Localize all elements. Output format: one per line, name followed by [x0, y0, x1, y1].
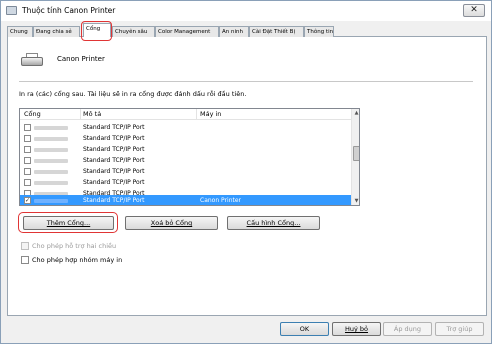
port-list-scrollbar[interactable]: ▲ ▼: [351, 109, 359, 205]
bidirectional-checkbox: [21, 242, 29, 250]
port-row[interactable]: Standard TCP/IP Port: [20, 177, 351, 188]
column-header-description[interactable]: Mô tả: [83, 110, 101, 118]
scroll-down-icon[interactable]: ▼: [352, 197, 359, 205]
column-header-printer[interactable]: Máy in: [200, 110, 221, 118]
tab-security[interactable]: An ninh: [219, 26, 249, 37]
port-name-redacted: [34, 148, 68, 152]
port-row-selected[interactable]: ✓ Standard TCP/IP Port Canon Printer: [20, 195, 351, 205]
separator: [19, 81, 473, 82]
printer-pooling-label[interactable]: Cho phép hợp nhóm máy in: [32, 256, 122, 264]
port-description: Standard TCP/IP Port: [83, 146, 145, 153]
tab-sharing[interactable]: Đang chia sẻ: [33, 26, 80, 37]
delete-port-button[interactable]: Xoá bỏ Cổng: [125, 216, 218, 230]
configure-port-button[interactable]: Cấu hình Cổng...: [227, 216, 320, 230]
printer-pooling-checkbox[interactable]: [21, 256, 29, 264]
close-button[interactable]: ✕: [463, 4, 485, 17]
port-row[interactable]: Standard TCP/IP Port: [20, 144, 351, 155]
apply-button: Áp dụng: [383, 322, 432, 336]
port-checkbox[interactable]: [24, 168, 31, 175]
tab-general[interactable]: Chung: [7, 26, 33, 37]
port-name-redacted: [34, 170, 68, 174]
port-description: Standard TCP/IP Port: [83, 124, 145, 131]
scroll-up-icon[interactable]: ▲: [352, 109, 359, 118]
scroll-thumb[interactable]: [353, 146, 359, 161]
port-description: Standard TCP/IP Port: [83, 168, 145, 175]
printer-icon: [21, 53, 43, 67]
tab-advanced[interactable]: Chuyên sâu: [112, 26, 155, 37]
port-description: Standard TCP/IP Port: [83, 179, 145, 186]
window-title: Thuộc tính Canon Printer: [22, 6, 116, 15]
column-header-port[interactable]: Cổng: [24, 110, 41, 118]
tab-strip: Chung Đang chia sẻ Cổng Chuyên sâu Color…: [7, 23, 487, 37]
ports-tab-highlight: [81, 21, 112, 41]
port-row[interactable]: Standard TCP/IP Port: [20, 166, 351, 177]
port-checkbox[interactable]: ✓: [24, 197, 31, 204]
port-checkbox[interactable]: [24, 124, 31, 131]
port-description: Standard TCP/IP Port: [83, 157, 145, 164]
port-name-redacted: [34, 159, 68, 163]
port-name-redacted: [34, 181, 68, 185]
printer-name: Canon Printer: [57, 55, 105, 63]
add-port-highlight: [18, 212, 118, 233]
tab-color-management[interactable]: Color Management: [155, 26, 219, 37]
ok-button[interactable]: OK: [280, 322, 329, 336]
tab-information[interactable]: Thông tin: [304, 26, 334, 37]
port-row[interactable]: Standard TCP/IP Port: [20, 155, 351, 166]
port-checkbox[interactable]: [24, 157, 31, 164]
help-button: Trợ giúp: [435, 322, 484, 336]
port-row[interactable]: Standard TCP/IP Port: [20, 122, 351, 133]
port-name-redacted: [34, 126, 68, 130]
port-name-redacted: [34, 199, 68, 203]
cancel-button[interactable]: Huỷ bỏ: [332, 322, 381, 336]
port-printer: Canon Printer: [200, 197, 242, 204]
port-checkbox[interactable]: [24, 146, 31, 153]
port-list-header: Cổng Mô tả Máy in: [20, 109, 351, 120]
tab-device-settings[interactable]: Cài Đặt Thiết Bị: [249, 26, 304, 37]
port-checkbox[interactable]: [24, 179, 31, 186]
port-list[interactable]: Cổng Mô tả Máy in Standard TCP/IP Port S…: [19, 108, 360, 206]
port-description: Standard TCP/IP Port: [83, 135, 145, 142]
bidirectional-label: Cho phép hỗ trợ hai chiều: [32, 242, 117, 250]
port-row[interactable]: Standard TCP/IP Port: [20, 133, 351, 144]
printer-app-icon: [6, 6, 17, 15]
printer-properties-window: Thuộc tính Canon Printer ✕ Chung Đang ch…: [0, 0, 492, 344]
port-instruction: In ra (các) cổng sau. Tài liệu sẽ in ra …: [19, 90, 247, 98]
port-checkbox[interactable]: [24, 135, 31, 142]
port-description: Standard TCP/IP Port: [83, 197, 145, 204]
port-name-redacted: [34, 137, 68, 141]
title-bar: Thuộc tính Canon Printer ✕: [1, 1, 491, 21]
